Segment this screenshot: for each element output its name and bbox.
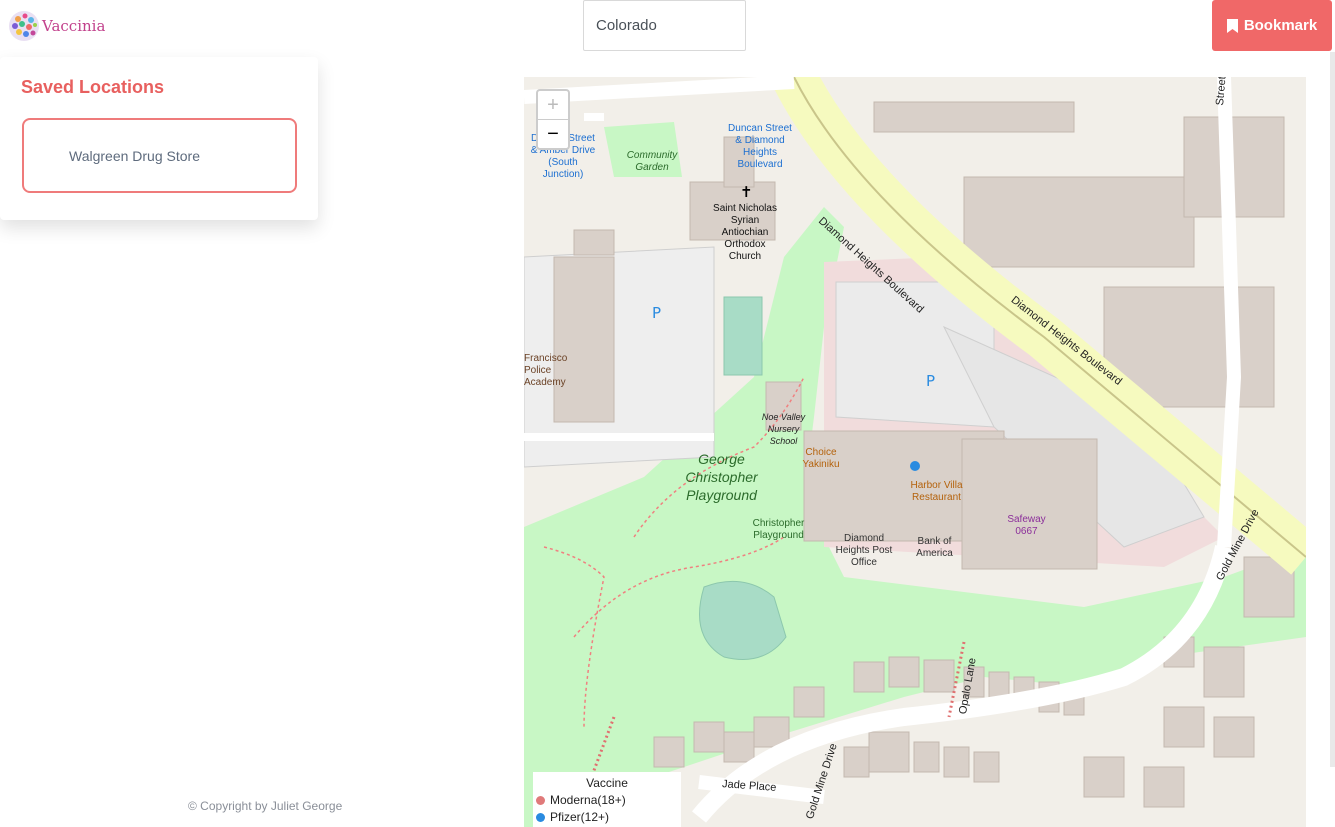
map-label-police: Francisco Police Academy: [524, 353, 568, 388]
saved-location-item[interactable]: Walgreen Drug Store: [22, 118, 297, 193]
zoom-control: + −: [536, 89, 570, 150]
svg-text:✝: ✝: [740, 183, 753, 201]
moderna-dot-icon: [536, 795, 545, 805]
map-label-playground-small: Christopher Playground: [752, 518, 805, 541]
map-label-harbor: Harbor Villa Restaurant: [910, 480, 963, 503]
legend-label-moderna: Moderna(18+): [550, 793, 626, 807]
map-label-safeway: Safeway 0667: [1007, 514, 1046, 537]
map-label-duncan-stop: Duncan Street & Diamond Heights Boulevar…: [728, 123, 792, 170]
map-label-street-top: Street: [1214, 77, 1229, 107]
saved-locations-title: Saved Locations: [21, 77, 165, 97]
bookmark-button-label: Bookmark: [1243, 17, 1318, 34]
map-view[interactable]: P P ✝ Duncan Street & Diamond Heights Bo…: [524, 77, 1306, 827]
vaccine-legend: Vaccine Moderna(18+) Pfizer(12+): [533, 772, 681, 827]
map-label-playground-big: George Christopher Playground: [685, 451, 758, 503]
saved-location-label: Walgreen Drug Store: [69, 147, 200, 164]
location-search-input[interactable]: [584, 1, 745, 50]
saved-locations-panel: Saved Locations Walgreen Drug Store: [0, 57, 318, 220]
bookmark-button[interactable]: Bookmark: [1212, 0, 1332, 51]
zoom-out-button[interactable]: −: [538, 120, 568, 148]
svg-text:P: P: [652, 304, 661, 322]
zoom-in-button[interactable]: +: [538, 91, 568, 120]
page-scrollbar[interactable]: [1330, 52, 1335, 767]
legend-title: Vaccine: [586, 776, 628, 790]
map-label-choice: Choice Yakiniku: [802, 447, 840, 470]
globe-logo-icon: [9, 11, 39, 41]
legend-item-pfizer: Pfizer(12+): [536, 810, 681, 824]
map-label-church: Saint Nicholas Syrian Antiochian Orthodo…: [713, 203, 777, 262]
location-search[interactable]: [583, 0, 746, 51]
app-name: Vaccinia: [42, 17, 106, 35]
map-label-post-office: Diamond Heights Post Office: [835, 533, 893, 568]
pfizer-dot-icon: [536, 812, 545, 822]
map-tiles: P P ✝: [524, 77, 1306, 827]
bookmark-icon: [1226, 18, 1238, 33]
app-logo[interactable]: Vaccinia: [8, 10, 105, 42]
legend-label-pfizer: Pfizer(12+): [550, 810, 610, 824]
copyright-text: © Copyright by Juliet George: [188, 799, 343, 813]
svg-text:P: P: [926, 372, 935, 390]
legend-item-moderna: Moderna(18+): [536, 793, 681, 807]
map-label-bank: Bank of America: [916, 536, 953, 559]
map-label-community-garden: Community Garden: [626, 150, 678, 173]
map-label-nursery: Noe Valley Nursery School: [761, 412, 806, 446]
